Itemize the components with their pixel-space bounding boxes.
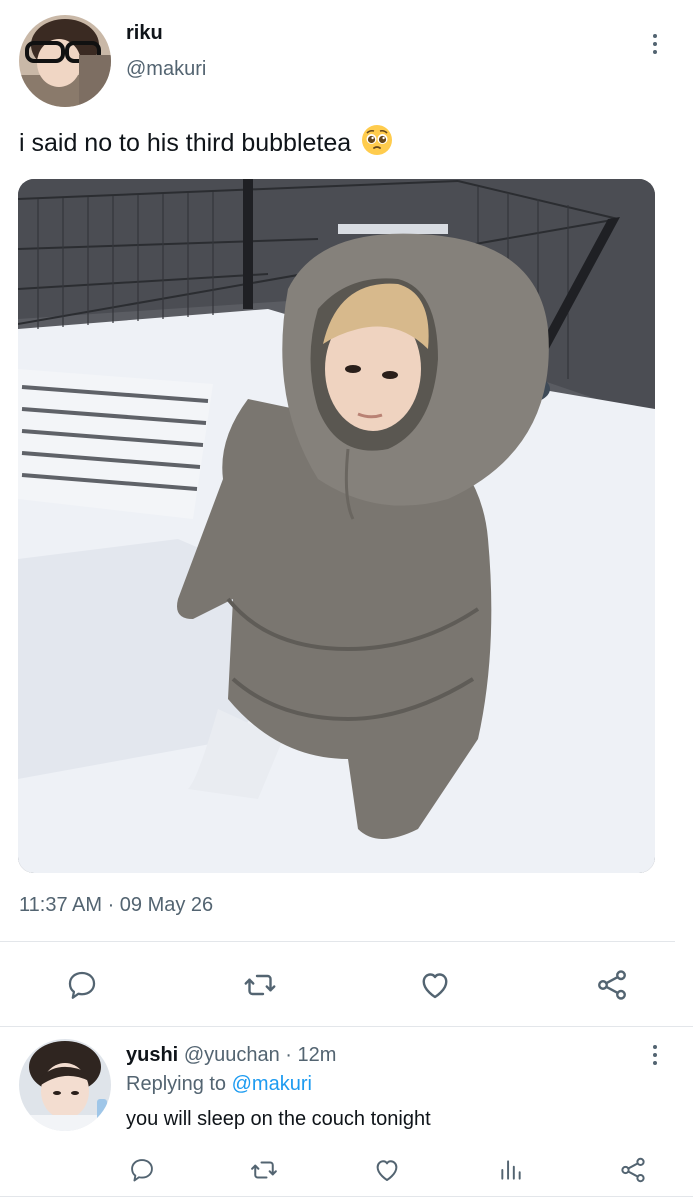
reply-author-handle[interactable]: @yuuchan	[184, 1044, 280, 1066]
like-icon[interactable]	[371, 1154, 403, 1186]
author-avatar[interactable]	[19, 15, 111, 107]
retweet-icon[interactable]	[248, 1154, 280, 1186]
reply-icon[interactable]	[126, 1154, 158, 1186]
replying-to-label: Replying to	[126, 1073, 227, 1095]
replying-to-mention[interactable]: @makuri	[232, 1073, 312, 1095]
tweet-photo[interactable]	[18, 179, 655, 873]
author-handle[interactable]: @makuri	[126, 58, 206, 81]
divider	[0, 1026, 693, 1027]
replying-to: Replying to @makuri	[126, 1073, 312, 1096]
reply-author-name[interactable]: yushi	[126, 1044, 178, 1066]
analytics-icon[interactable]	[495, 1154, 527, 1186]
reply-text: you will sleep on the couch tonight	[126, 1108, 431, 1130]
author-name[interactable]: riku	[126, 22, 163, 45]
reply-time[interactable]: 12m	[298, 1044, 337, 1066]
divider	[0, 1196, 693, 1197]
more-options-icon[interactable]	[650, 1045, 660, 1065]
pleading-face-emoji-icon	[361, 124, 393, 163]
like-icon[interactable]	[415, 965, 455, 1005]
tweet-timestamp[interactable]: 11:37 AM · 09 May 26	[19, 894, 213, 917]
reply-separator: ·	[285, 1044, 292, 1066]
reply-icon[interactable]	[62, 965, 102, 1005]
share-icon[interactable]	[592, 965, 632, 1005]
share-icon[interactable]	[617, 1154, 649, 1186]
reply-author-avatar[interactable]	[19, 1039, 111, 1131]
tweet-text-content: i said no to his third bubbletea	[19, 129, 352, 157]
tweet-text: i said no to his third bubbletea	[19, 124, 393, 163]
retweet-icon[interactable]	[240, 965, 280, 1005]
reply-header: yushi @yuuchan · 12m	[126, 1044, 336, 1067]
divider	[0, 941, 675, 942]
more-options-icon[interactable]	[650, 34, 660, 54]
